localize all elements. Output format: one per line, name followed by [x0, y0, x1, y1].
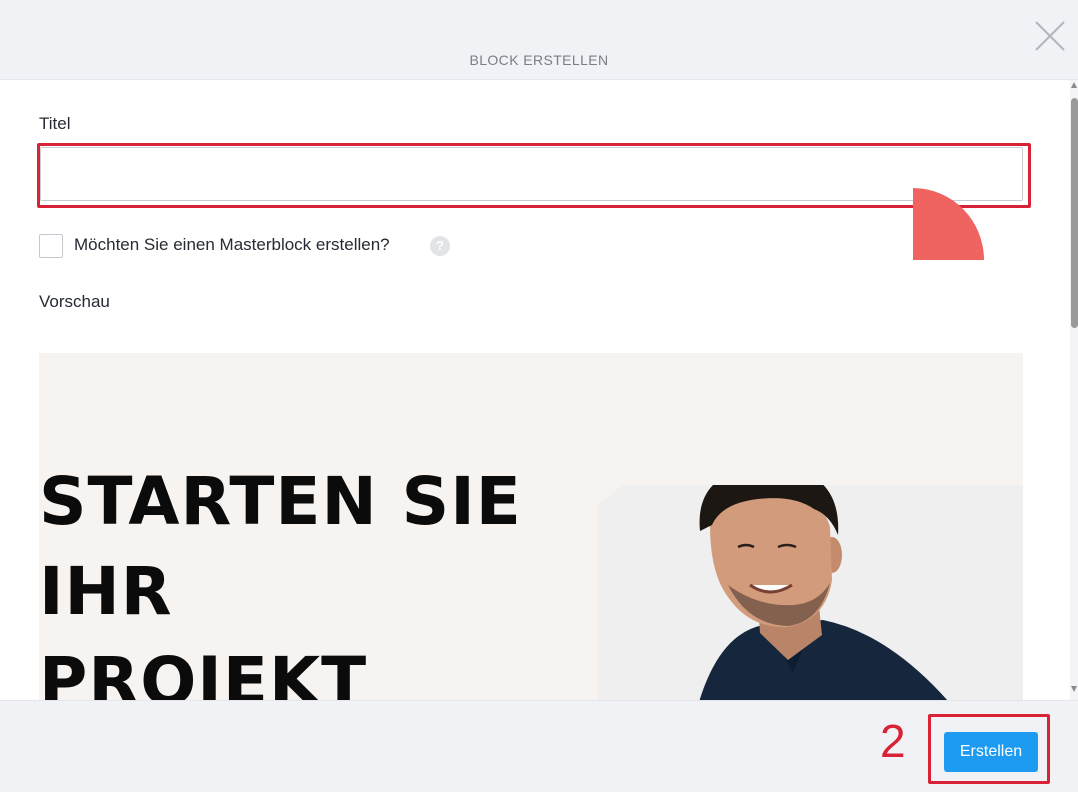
step-number-annotation: 2	[880, 715, 906, 767]
dialog-body: Titel Möchten Sie einen Masterblock erst…	[0, 80, 1070, 700]
close-button[interactable]	[1034, 20, 1066, 52]
preview-hero-heading: STARTEN SIE IHR PROJEKT	[39, 457, 559, 700]
master-block-label[interactable]: Möchten Sie einen Masterblock erstellen?	[74, 235, 390, 255]
dialog-header: BLOCK ERSTELLEN	[0, 0, 1078, 80]
scroll-up-arrow-icon[interactable]	[1071, 82, 1077, 88]
scroll-down-arrow-icon[interactable]	[1071, 686, 1077, 692]
question-mark-icon[interactable]: ?	[430, 236, 450, 256]
block-preview: STARTEN SIE IHR PROJEKT	[39, 353, 1023, 700]
master-block-checkbox[interactable]	[39, 234, 63, 258]
close-icon[interactable]	[1034, 20, 1066, 52]
scrollbar-thumb[interactable]	[1071, 98, 1078, 328]
create-button[interactable]: Erstellen	[944, 732, 1038, 772]
hero-line-2: IHR	[39, 553, 173, 630]
hero-line-3: PROJEKT	[39, 643, 368, 700]
preview-label: Vorschau	[39, 292, 110, 311]
man-portrait-image	[598, 485, 1023, 700]
preview-photo	[598, 485, 1023, 700]
dialog-title: BLOCK ERSTELLEN	[469, 52, 609, 68]
dialog-footer	[0, 700, 1078, 792]
accent-quarter-circle-shape	[913, 188, 984, 260]
hero-line-1: STARTEN SIE	[39, 463, 522, 540]
title-input[interactable]	[40, 147, 1023, 201]
title-field-label: Titel	[39, 114, 71, 133]
